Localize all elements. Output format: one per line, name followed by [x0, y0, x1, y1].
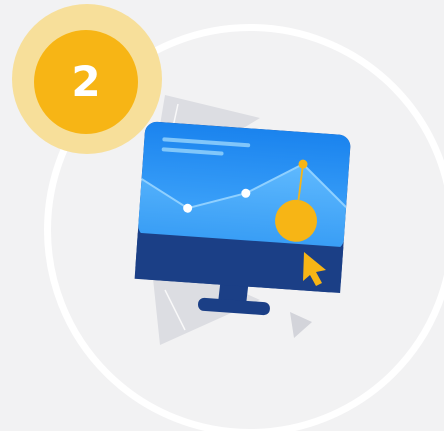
decor-triangle-small [290, 312, 312, 338]
step-number-badge: 2 [34, 30, 138, 134]
step-card: 2 [0, 0, 444, 431]
